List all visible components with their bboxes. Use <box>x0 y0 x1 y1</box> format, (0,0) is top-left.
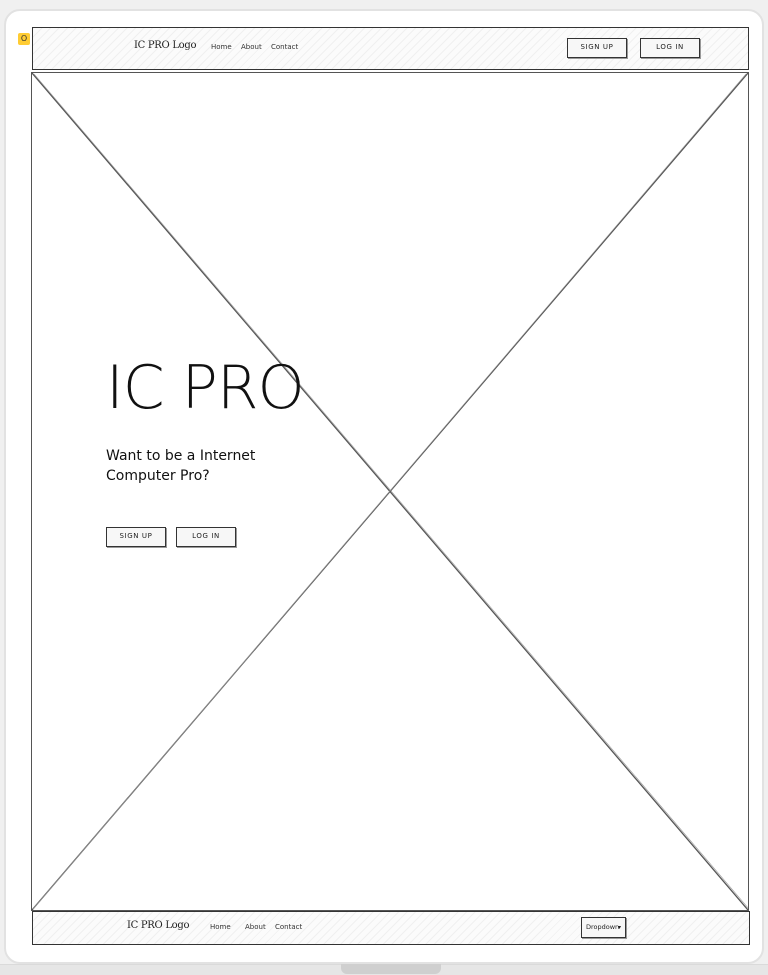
dropdown-label: Dropdown <box>586 923 620 931</box>
header-logo[interactable]: IC PRO Logo <box>134 40 197 51</box>
footer-about-link[interactable]: About <box>245 923 266 931</box>
chevron-down-icon: ▾ <box>617 924 621 931</box>
footer-home-link[interactable]: Home <box>210 923 231 931</box>
nav-about-link[interactable]: About <box>241 43 262 51</box>
header: IC PRO Logo Home About Contact SIGN UP L… <box>32 27 749 70</box>
footer-dropdown[interactable]: Dropdown ▾ <box>581 917 626 938</box>
footer-logo[interactable]: IC PRO Logo <box>127 920 190 931</box>
hero-signup-button[interactable]: SIGN UP <box>106 527 166 547</box>
header-login-button[interactable]: LOG IN <box>640 38 700 58</box>
corner-badge: O <box>18 33 30 45</box>
placeholder-x-lines <box>32 73 748 910</box>
nav-contact-link[interactable]: Contact <box>271 43 298 51</box>
footer-contact-link[interactable]: Contact <box>275 923 302 931</box>
hero-login-button[interactable]: LOG IN <box>176 527 236 547</box>
header-signup-button[interactable]: SIGN UP <box>567 38 627 58</box>
hero-tagline: Want to be a Internet Computer Pro? <box>106 448 256 484</box>
bottom-tab <box>341 964 441 974</box>
hero-title: IC PRO <box>106 353 305 423</box>
nav-home-link[interactable]: Home <box>211 43 232 51</box>
hero-image-placeholder <box>31 72 749 911</box>
footer: IC PRO Logo Home About Contact <box>32 911 750 945</box>
